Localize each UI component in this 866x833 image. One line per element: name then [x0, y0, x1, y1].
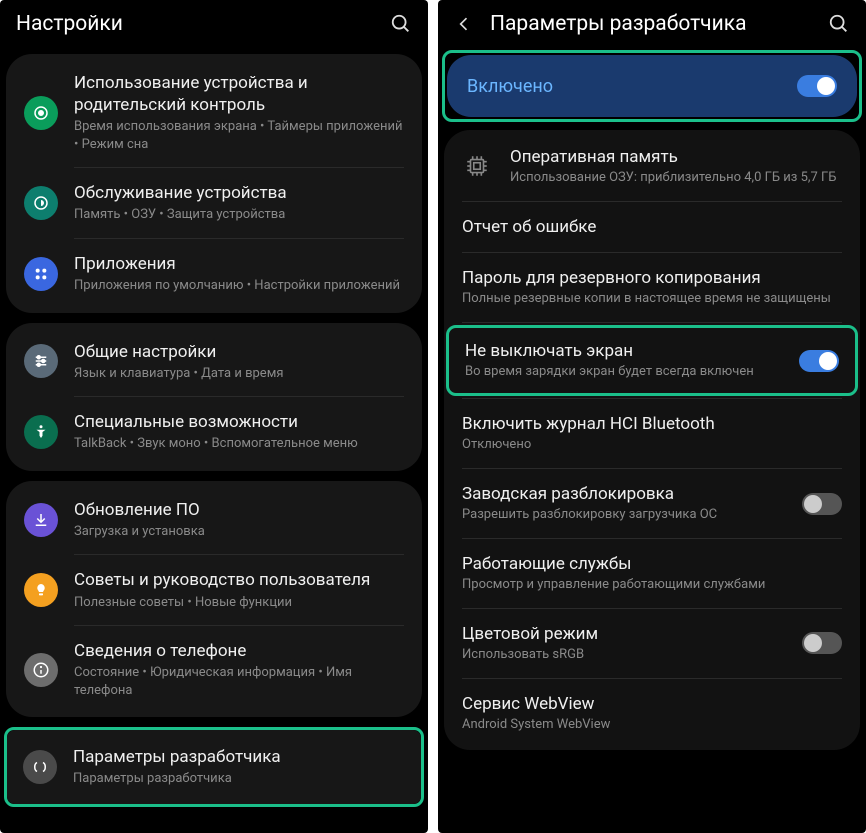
search-icon[interactable]: [390, 13, 412, 35]
item-title: Специальные возможности: [74, 411, 404, 433]
item-sub: Использование ОЗУ: приблизительно 4,0 ГБ…: [510, 170, 842, 187]
settings-item-general[interactable]: Общие настройки Язык и клавиатура • Дата…: [6, 327, 422, 397]
item-sub: Память • ОЗУ • Защита устройства: [74, 206, 404, 224]
settings-item-about-phone[interactable]: Сведения о телефоне Состояние • Юридичес…: [6, 626, 422, 713]
item-title: Параметры разработчика: [73, 746, 405, 768]
dev-group: Оперативная память Использование ОЗУ: пр…: [444, 130, 860, 750]
wellbeing-icon: [24, 96, 58, 130]
page-title: Настройки: [16, 12, 390, 36]
item-title: Общие настройки: [74, 341, 404, 363]
item-title: Цветовой режим: [462, 623, 792, 645]
item-sub: Параметры разработчика: [73, 770, 405, 788]
settings-group: Использование устройства и родительский …: [6, 54, 422, 313]
highlight-box: Включено: [442, 50, 862, 122]
master-toggle[interactable]: [797, 75, 837, 97]
item-sub: Время использования экрана • Таймеры при…: [74, 118, 404, 153]
dev-item-bugreport[interactable]: Отчет об ошибке: [444, 202, 860, 252]
item-sub: Просмотр и управление работающими служба…: [462, 577, 842, 594]
settings-item-accessibility[interactable]: Специальные возможности TalkBack • Звук …: [6, 397, 422, 467]
header: Настройки: [0, 0, 428, 44]
settings-item-software-update[interactable]: Обновление ПО Загрузка и установка: [6, 485, 422, 555]
general-icon: [24, 344, 58, 378]
dev-item-hci-log[interactable]: Включить журнал HCI Bluetooth Отключено: [444, 399, 860, 468]
dev-item-oem-unlock[interactable]: Заводская разблокировка Разрешить разбло…: [444, 469, 860, 538]
enabled-label: Включено: [467, 76, 787, 97]
settings-item-apps[interactable]: Приложения Приложения по умолчанию • Нас…: [6, 239, 422, 309]
developer-icon: [23, 750, 57, 784]
master-toggle-row[interactable]: Включено: [447, 55, 857, 117]
item-sub: Полные резервные копии в настоящее время…: [462, 291, 842, 308]
info-icon: [24, 653, 58, 687]
item-sub: Отключено: [462, 437, 842, 454]
settings-item-tips[interactable]: Советы и руководство пользователя Полезн…: [6, 555, 422, 625]
item-title: Использование устройства и родительский …: [74, 72, 404, 116]
item-title: Не выключать экран: [465, 340, 789, 362]
item-title: Отчет об ошибке: [462, 216, 842, 238]
dev-item-color-mode[interactable]: Цветовой режим Использовать sRGB: [444, 609, 860, 678]
apps-icon: [24, 257, 58, 291]
tips-icon: [24, 573, 58, 607]
chip-icon: [462, 151, 492, 181]
item-sub: Разрешить разблокировку загрузчика ОС: [462, 507, 792, 524]
item-sub: Приложения по умолчанию • Настройки прил…: [74, 277, 404, 295]
header: Параметры разработчика: [438, 0, 866, 44]
item-title: Обновление ПО: [74, 499, 404, 521]
dev-item-stay-awake[interactable]: Не выключать экран Во время зарядки экра…: [449, 328, 855, 393]
item-title: Оперативная память: [510, 146, 842, 168]
item-title: Обслуживание устройства: [74, 182, 404, 204]
settings-list: Использование устройства и родительский …: [0, 44, 428, 833]
settings-item-digital-wellbeing[interactable]: Использование устройства и родительский …: [6, 58, 422, 167]
item-title: Сведения о телефоне: [74, 640, 404, 662]
dev-item-running-services[interactable]: Работающие службы Просмотр и управление …: [444, 539, 860, 608]
item-sub: TalkBack • Звук моно • Вспомогательное м…: [74, 435, 404, 453]
item-title: Приложения: [74, 253, 404, 275]
back-icon[interactable]: [454, 14, 474, 34]
item-sub: Android System WebView: [462, 717, 842, 734]
settings-group: Общие настройки Язык и клавиатура • Дата…: [6, 323, 422, 471]
item-sub: Загрузка и установка: [74, 523, 404, 541]
settings-group: Параметры разработчика Параметры разрабо…: [7, 730, 421, 804]
oem-toggle[interactable]: [802, 493, 842, 515]
item-title: Работающие службы: [462, 553, 842, 575]
developer-options-screen: Параметры разработчика Включено Оператив…: [438, 0, 866, 833]
item-title: Заводская разблокировка: [462, 483, 792, 505]
dev-item-webview[interactable]: Сервис WebView Android System WebView: [444, 679, 860, 748]
item-title: Пароль для резервного копирования: [462, 267, 842, 289]
dev-item-backup-password[interactable]: Пароль для резервного копирования Полные…: [444, 253, 860, 322]
stay-awake-toggle[interactable]: [799, 350, 839, 372]
item-title: Сервис WebView: [462, 693, 842, 715]
dev-item-memory[interactable]: Оперативная память Использование ОЗУ: пр…: [444, 132, 860, 201]
item-sub: Во время зарядки экран будет всегда вклю…: [465, 364, 789, 381]
item-sub: Состояние • Юридическая информация • Имя…: [74, 664, 404, 699]
search-icon[interactable]: [828, 13, 850, 35]
item-sub: Язык и клавиатура • Дата и время: [74, 365, 404, 383]
highlight-box: Не выключать экран Во время зарядки экра…: [446, 325, 858, 396]
item-title: Советы и руководство пользователя: [74, 569, 404, 591]
page-title: Параметры разработчика: [490, 12, 828, 36]
item-sub: Полезные советы • Новые функции: [74, 594, 404, 612]
settings-group: Обновление ПО Загрузка и установка Совет…: [6, 481, 422, 717]
accessibility-icon: [24, 415, 58, 449]
dev-options-list: Включено Оперативная память Использовани…: [438, 44, 866, 833]
update-icon: [24, 503, 58, 537]
item-sub: Использовать sRGB: [462, 647, 792, 664]
settings-item-developer-options[interactable]: Параметры разработчика Параметры разрабо…: [7, 734, 421, 800]
settings-screen: Настройки Использование устройства и род…: [0, 0, 428, 833]
highlight-box: Параметры разработчика Параметры разрабо…: [4, 727, 424, 807]
settings-item-device-care[interactable]: Обслуживание устройства Память • ОЗУ • З…: [6, 168, 422, 238]
device-care-icon: [24, 186, 58, 220]
color-toggle[interactable]: [802, 632, 842, 654]
item-title: Включить журнал HCI Bluetooth: [462, 413, 842, 435]
